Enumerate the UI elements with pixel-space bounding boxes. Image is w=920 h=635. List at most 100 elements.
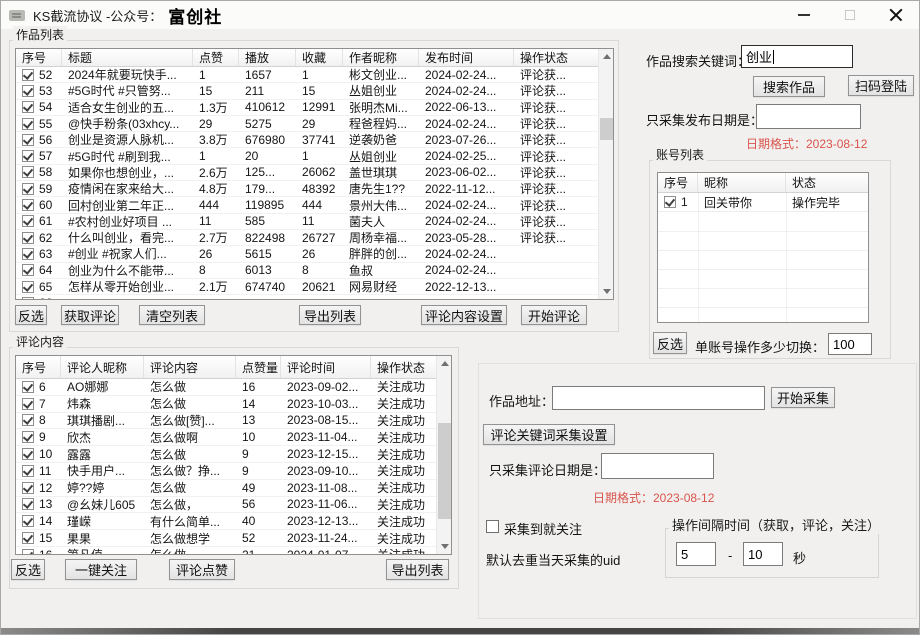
row-checkbox[interactable] — [22, 498, 34, 510]
clear-list-button[interactable]: 清空列表 — [139, 305, 205, 325]
table-row[interactable]: 7 炜森 怎么做 14 2023-10-03... 关注成功 — [16, 396, 437, 413]
row-checkbox[interactable] — [22, 134, 34, 146]
follow-all-button[interactable]: 一键关注 — [65, 559, 137, 580]
row-checkbox[interactable] — [22, 150, 34, 162]
table-row[interactable]: 52 2024年就要玩快手... 1 1657 1 彬文创业... 2024-0… — [16, 67, 599, 83]
account-switch-input[interactable]: 100 — [828, 333, 872, 355]
works-header-date[interactable]: 发布时间 — [419, 49, 514, 66]
table-row[interactable]: 54 适合女生创业的五... 1.3万 410612 12991 张明杰Mi..… — [16, 100, 599, 116]
works-header-status[interactable]: 操作状态 — [514, 49, 599, 66]
works-header-plays[interactable]: 播放 — [239, 49, 296, 66]
works-header-author[interactable]: 作者昵称 — [343, 49, 419, 66]
row-checkbox[interactable] — [22, 381, 34, 393]
scroll-up-icon[interactable] — [599, 49, 614, 64]
table-row[interactable]: 66 — [16, 295, 599, 300]
comments-header-content[interactable]: 评论内容 — [144, 356, 236, 378]
qr-login-button[interactable]: 扫码登陆 — [848, 75, 914, 96]
accounts-header-name[interactable]: 昵称 — [698, 173, 786, 192]
row-checkbox[interactable] — [22, 281, 34, 293]
row-checkbox[interactable] — [22, 85, 34, 97]
row-checkbox[interactable] — [22, 414, 34, 426]
table-row[interactable]: 65 怎样从零开始创业... 2.1万 674740 20621 网易财经 20… — [16, 279, 599, 295]
minimize-button[interactable] — [781, 1, 827, 29]
table-row[interactable]: 60 回村创业第二年正... 444 119895 444 景州大伟... 20… — [16, 197, 599, 213]
start-comment-button[interactable]: 开始评论 — [521, 305, 587, 325]
works-header-favs[interactable]: 收藏 — [296, 49, 343, 66]
works-header-title[interactable]: 标题 — [62, 49, 193, 66]
table-row[interactable]: 10 露露 怎么做 9 2023-12-15... 关注成功 — [16, 446, 437, 463]
table-row[interactable]: 56 创业是资源人脉机... 3.8万 676980 37741 逆袭奶爸 20… — [16, 132, 599, 148]
row-checkbox[interactable] — [22, 549, 34, 555]
table-row[interactable]: 16 第凡值 怎么做 21 2024-01-07... 关注成功 — [16, 547, 437, 555]
scroll-up-icon[interactable] — [437, 356, 452, 371]
works-scrollbar-thumb[interactable] — [600, 118, 613, 140]
search-works-button[interactable]: 搜索作品 — [753, 76, 825, 97]
table-row[interactable]: 15 果果 怎么做想学 52 2023-11-24... 关注成功 — [16, 530, 437, 547]
works-export-button[interactable]: 导出列表 — [299, 305, 361, 325]
table-row[interactable]: 59 疫情闲在家来给大... 4.8万 179... 48392 唐先生1?? … — [16, 181, 599, 197]
table-row[interactable]: 62 什么叫创业，看完... 2.7万 822498 26727 周杨幸福...… — [16, 230, 599, 246]
row-checkbox[interactable] — [22, 183, 34, 195]
scroll-down-icon[interactable] — [599, 284, 614, 299]
table-row[interactable]: 14 瑾嵘 有什么简单... 40 2023-12-13... 关注成功 — [16, 513, 437, 530]
accounts-header-status[interactable]: 状态 — [786, 173, 868, 192]
row-checkbox[interactable] — [22, 465, 34, 477]
accounts-header-num[interactable]: 序号 — [658, 173, 698, 192]
comment-like-button[interactable]: 评论点赞 — [169, 559, 235, 580]
table-row[interactable]: 12 婷??婷 怎么做 49 2023-11-08... 关注成功 — [16, 480, 437, 497]
row-checkbox[interactable] — [22, 264, 34, 276]
comments-header-name[interactable]: 评论人昵称 — [61, 356, 144, 378]
table-row[interactable]: 8 琪琪播剧... 怎么做[赞]... 13 2023-08-15... 关注成… — [16, 413, 437, 430]
comments-header-time[interactable]: 评论时间 — [281, 356, 371, 378]
work-url-input[interactable] — [552, 386, 765, 410]
comments-scrollbar-thumb[interactable] — [438, 423, 451, 519]
table-row[interactable]: 13 @幺妹儿605 怎么做， 56 2023-11-06... 关注成功 — [16, 497, 437, 514]
table-row[interactable]: 61 #农村创业好项目 ... 11 585 11 菌夫人 2024-02-24… — [16, 214, 599, 230]
comment-date-input[interactable] — [601, 453, 714, 479]
row-checkbox[interactable] — [22, 215, 34, 227]
row-checkbox[interactable] — [22, 532, 34, 544]
comments-invert-button[interactable]: 反选 — [11, 559, 45, 580]
table-row[interactable]: 55 @快手粉条(03xhcy... 29 5275 29 程爸程妈... 20… — [16, 116, 599, 132]
accounts-invert-button[interactable]: 反选 — [653, 332, 687, 354]
publish-date-input[interactable] — [756, 104, 861, 129]
table-row[interactable]: 11 快手用户... 怎么做？挣... 9 2023-09-10... 关注成功 — [16, 463, 437, 480]
comments-header-likes[interactable]: 点赞量 — [236, 356, 281, 378]
interval-min-input[interactable]: 5 — [676, 542, 716, 566]
row-checkbox[interactable] — [22, 101, 34, 113]
table-row[interactable]: 9 欣杰 怎么做啊 10 2023-11-04... 关注成功 — [16, 429, 437, 446]
row-checkbox[interactable] — [22, 398, 34, 410]
works-invert-button[interactable]: 反选 — [15, 305, 47, 325]
start-collect-button[interactable]: 开始采集 — [771, 387, 835, 408]
row-checkbox[interactable] — [22, 118, 34, 130]
works-header-num[interactable]: 序号 — [16, 49, 62, 66]
scroll-down-icon[interactable] — [437, 539, 452, 554]
comments-header-num[interactable]: 序号 — [16, 356, 61, 378]
interval-max-input[interactable]: 10 — [743, 542, 783, 566]
fetch-comments-button[interactable]: 获取评论 — [61, 305, 119, 325]
maximize-button[interactable] — [827, 1, 873, 29]
row-checkbox[interactable] — [22, 448, 34, 460]
table-row[interactable]: 57 #5G时代 #刷到我... 1 20 1 丛姐创业 2024-02-25.… — [16, 148, 599, 164]
comment-settings-button[interactable]: 评论内容设置 — [421, 305, 507, 325]
works-header-likes[interactable]: 点赞 — [193, 49, 239, 66]
table-row[interactable]: 53 #5G时代 #只管努... 15 211 15 丛姐创业 2024-02-… — [16, 83, 599, 99]
row-checkbox[interactable] — [664, 196, 676, 208]
row-checkbox[interactable] — [22, 515, 34, 527]
table-row[interactable]: 6 AO娜娜 怎么做 16 2023-09-02... 关注成功 — [16, 379, 437, 396]
follow-on-collect-checkbox[interactable] — [486, 520, 499, 533]
row-checkbox[interactable] — [22, 482, 34, 494]
works-scrollbar[interactable] — [598, 49, 613, 299]
table-row[interactable]: 1 回关带你 操作完毕 — [658, 193, 868, 212]
table-row[interactable]: 64 创业为什么不能带... 8 6013 8 鱼叔 2024-02-24... — [16, 263, 599, 279]
table-row[interactable]: 63 #创业 #祝家人们... 26 5615 26 胖胖的创... 2024-… — [16, 246, 599, 262]
row-checkbox[interactable] — [22, 431, 34, 443]
comments-scrollbar[interactable] — [436, 356, 451, 554]
row-checkbox[interactable] — [22, 232, 34, 244]
row-checkbox[interactable] — [22, 199, 34, 211]
row-checkbox[interactable] — [22, 166, 34, 178]
row-checkbox[interactable] — [22, 248, 34, 260]
row-checkbox[interactable] — [22, 69, 34, 81]
close-button[interactable] — [873, 1, 919, 29]
keyword-collect-settings-button[interactable]: 评论关键词采集设置 — [483, 424, 615, 445]
